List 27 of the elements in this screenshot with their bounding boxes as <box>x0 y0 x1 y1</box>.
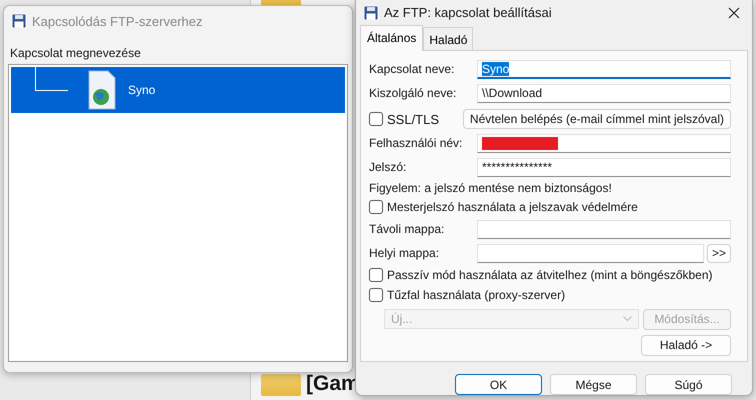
field-label: Helyi mappa: <box>369 246 440 260</box>
dialog-button[interactable]: OK <box>455 374 542 395</box>
checkbox-label: Passzív mód használata az átvitelhez (mint a böngészőkben) <box>387 268 713 282</box>
advanced-button[interactable]: Haladó -> <box>641 334 731 356</box>
field-label: Távoli mappa: <box>369 222 446 236</box>
field-label: Jelszó: <box>369 160 408 174</box>
checkbox-label: SSL/TLS <box>387 112 440 126</box>
field-label: Kapcsolat neve: <box>369 62 456 76</box>
window-title: Az FTP: kapcsolat beállításai <box>384 5 552 20</box>
connection-name: Syno <box>128 83 156 97</box>
warning-text: Figyelem: a jelszó mentése nem biztonságos! <box>369 181 612 195</box>
checkbox-label: Tűzfal használata (proxy-szerver) <box>387 288 566 302</box>
anonymous-login-button[interactable]: Névtelen belépés (e-mail címmel mint jelszóval) <box>462 109 731 129</box>
browse-button[interactable]: >> <box>706 244 731 262</box>
field-label: Kiszolgáló neve: <box>369 86 458 100</box>
window-title: Kapcsolódás FTP-szerverhez <box>32 14 203 28</box>
input-field[interactable]: *************** <box>477 158 731 176</box>
checkbox-label: Mesterjelszó használata a jelszavak védelmére <box>387 200 638 214</box>
tab[interactable]: Haladó <box>423 27 474 51</box>
dialog-button[interactable]: Súgó <box>645 374 732 395</box>
field-label: Felhasználói név: <box>369 136 464 150</box>
connection-item[interactable]: Syno <box>11 67 345 113</box>
input-field[interactable]: Syno <box>477 60 731 78</box>
input-field[interactable]: \\Download <box>477 84 731 102</box>
tab[interactable]: Általános <box>360 25 424 51</box>
dialog-button[interactable]: Mégse <box>550 374 637 395</box>
list-header: Kapcsolat megnevezése <box>10 46 142 60</box>
